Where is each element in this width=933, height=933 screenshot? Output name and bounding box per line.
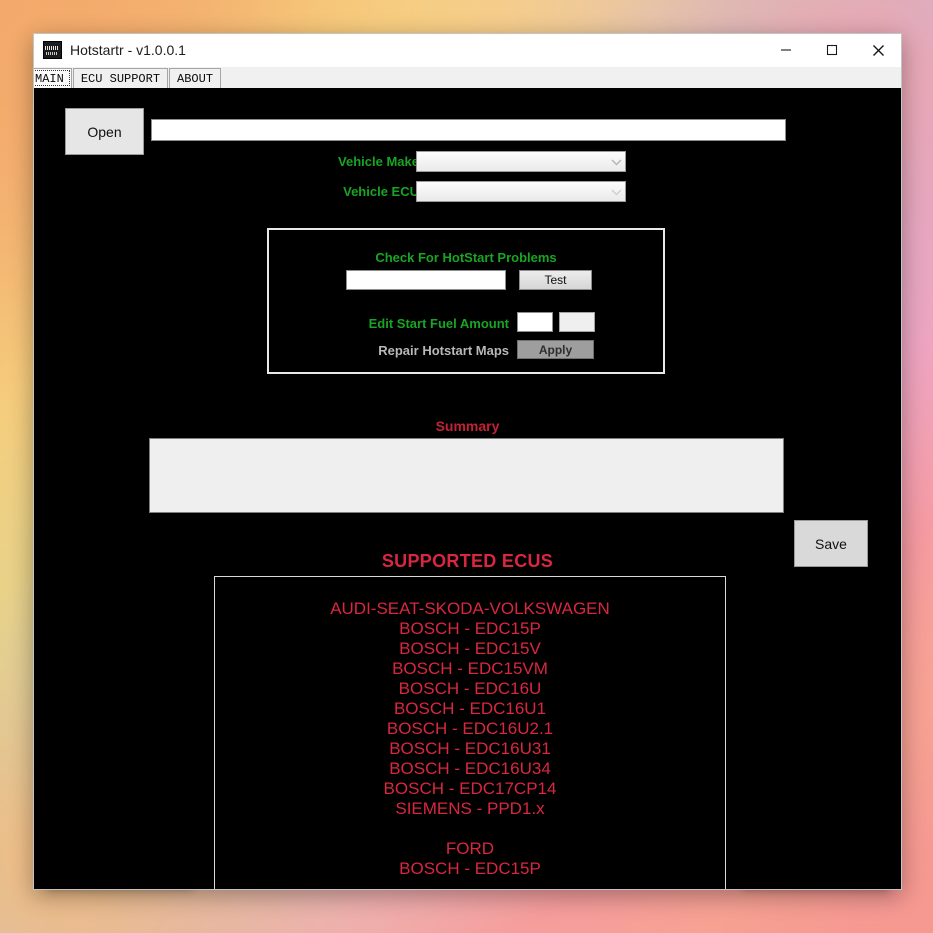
ecu-list-item[interactable]: BOSCH - EDC16U — [215, 679, 725, 699]
summary-title: Summary — [435, 418, 500, 434]
ecu-list-item[interactable]: BOSCH - EDC15P — [215, 619, 725, 639]
hotstart-group-box: Check For HotStart Problems Test Edit St… — [267, 228, 665, 374]
supported-ecus-list[interactable]: AUDI-SEAT-SKODA-VOLKSWAGEN BOSCH - EDC15P… — [214, 576, 726, 889]
ecu-list-item[interactable]: AUDI-SEAT-SKODA-VOLKSWAGEN — [215, 599, 725, 619]
ecu-list-item[interactable]: SIEMENS - PPD1.x — [215, 799, 725, 819]
chevron-down-icon — [608, 188, 625, 196]
apply-button[interactable]: Apply — [517, 340, 594, 359]
hotstartr-window: Hotstartr - v1.0.0.1 MAIN ECU SUPPORT AB… — [33, 33, 902, 890]
minimize-icon[interactable] — [763, 35, 809, 66]
ecu-list-item[interactable]: BOSCH - EDC16U34 — [215, 759, 725, 779]
close-icon[interactable] — [855, 35, 901, 66]
ecu-list-item[interactable]: BOSCH - EDC16U2.1 — [215, 719, 725, 739]
window-titlebar[interactable]: Hotstartr - v1.0.0.1 — [34, 34, 901, 67]
test-button[interactable]: Test — [519, 270, 592, 290]
hotstart-group-title: Check For HotStart Problems — [375, 250, 557, 265]
repair-hotstart-maps-label: Repair Hotstart Maps — [378, 343, 509, 358]
chevron-down-icon — [608, 158, 625, 166]
fuel-amount-input-current[interactable] — [517, 312, 553, 332]
vehicle-ecu-label: Vehicle ECU — [343, 184, 419, 199]
tab-about[interactable]: ABOUT — [169, 68, 222, 88]
tab-ecu-support[interactable]: ECU SUPPORT — [72, 68, 169, 88]
supported-ecus-title: SUPPORTED ECUS — [381, 551, 554, 571]
summary-textarea[interactable] — [149, 438, 784, 513]
tab-main[interactable]: MAIN — [34, 68, 72, 88]
window-title: Hotstartr - v1.0.0.1 — [70, 42, 186, 58]
vehicle-make-select[interactable] — [416, 151, 626, 172]
file-path-input[interactable] — [151, 119, 786, 141]
vehicle-make-label: Vehicle Make — [338, 154, 419, 169]
ecu-list-item[interactable]: BOSCH - EDC17CP14 — [215, 779, 725, 799]
fuel-amount-label: Edit Start Fuel Amount — [368, 316, 509, 331]
open-button[interactable]: Open — [65, 108, 144, 155]
maximize-icon[interactable] — [809, 35, 855, 66]
hotstart-test-input[interactable] — [346, 270, 506, 290]
ecu-list-item[interactable]: BOSCH - EDC16U1 — [215, 699, 725, 719]
ecu-list-item[interactable]: BOSCH - EDC15V — [215, 639, 725, 659]
ecu-list-item[interactable]: BOSCH - EDC16U31 — [215, 739, 725, 759]
tabstrip: MAIN ECU SUPPORT ABOUT — [34, 67, 901, 88]
main-tab-panel: Open Vehicle Make Vehicle ECU Check For … — [34, 88, 901, 889]
ecu-list-item[interactable] — [215, 819, 725, 839]
ecu-list-item[interactable]: BOSCH - EDC15VM — [215, 659, 725, 679]
fuel-amount-input-new[interactable] — [559, 312, 595, 332]
vehicle-ecu-select[interactable] — [416, 181, 626, 202]
app-icon — [43, 41, 62, 59]
ecu-list-item[interactable]: FORD — [215, 839, 725, 859]
ecu-list-item[interactable]: BOSCH - EDC15P — [215, 859, 725, 879]
